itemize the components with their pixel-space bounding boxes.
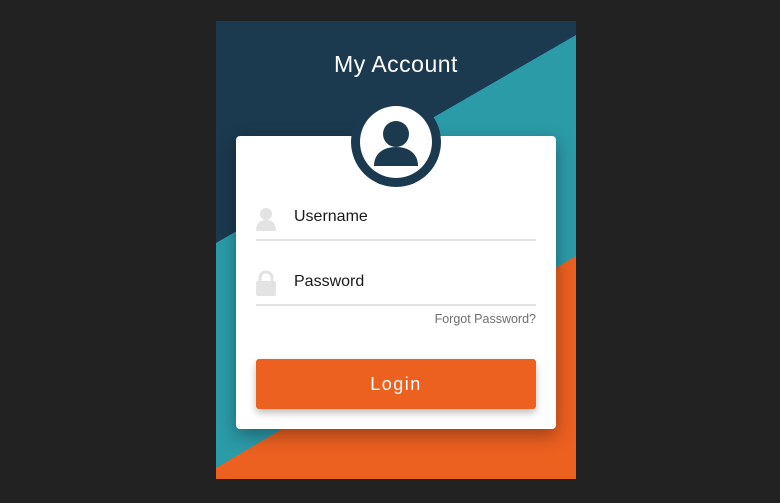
password-input[interactable]: [294, 268, 534, 296]
page-title: My Account: [334, 51, 458, 77]
forgot-password-link[interactable]: Forgot Password?: [256, 312, 536, 326]
username-input[interactable]: [294, 203, 534, 231]
password-field[interactable]: [256, 264, 536, 306]
profile-avatar-icon: [351, 97, 441, 187]
login-screen: My Account Forgot Password? Lo: [0, 0, 780, 503]
person-silhouette-icon: [374, 121, 418, 166]
user-icon: [256, 205, 276, 231]
lock-icon: [256, 270, 276, 296]
avatar-inner-circle: [360, 106, 432, 178]
username-field[interactable]: [256, 199, 536, 241]
login-button[interactable]: Login: [256, 359, 536, 409]
